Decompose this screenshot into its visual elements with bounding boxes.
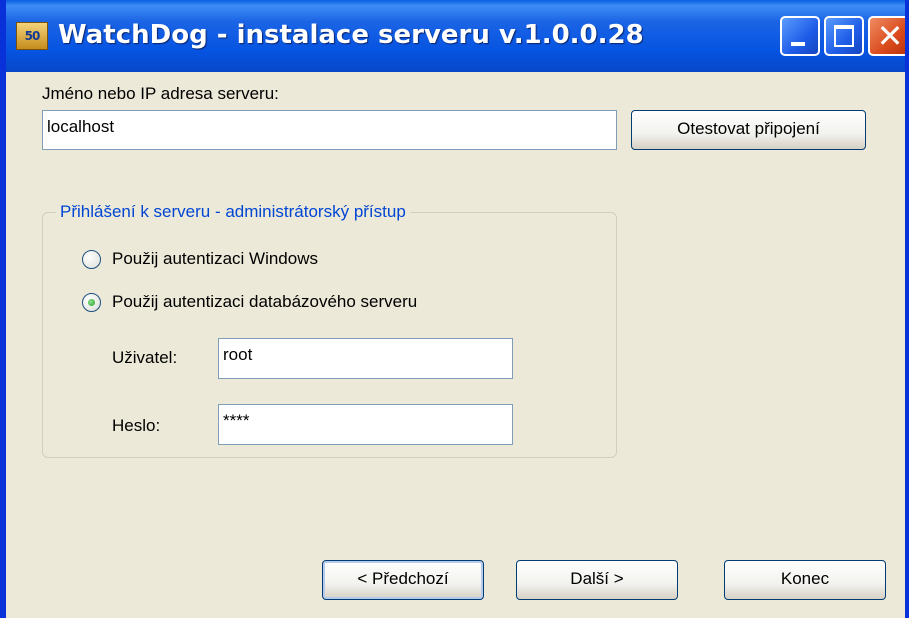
minimize-icon	[791, 42, 805, 46]
login-group-title: Přihlášení k serveru - administrátorský …	[56, 202, 410, 222]
minimize-button[interactable]	[780, 16, 820, 56]
next-button[interactable]: Další >	[516, 560, 678, 600]
radio-db-auth[interactable]: Použij autentizaci databázového serveru	[82, 292, 522, 316]
previous-button[interactable]: < Předchozí	[322, 560, 484, 600]
password-label: Heslo:	[112, 416, 161, 435]
user-input[interactable]: root	[218, 338, 513, 379]
watchdog-app-icon: 50	[16, 22, 48, 50]
radio-windows-auth[interactable]: Použij autentizaci Windows	[82, 249, 402, 273]
server-label: Jméno nebo IP adresa serveru:	[42, 84, 279, 104]
maximize-icon	[834, 25, 854, 47]
title-bar[interactable]: 50 WatchDog - instalace serveru v.1.0.0.…	[6, 0, 905, 72]
close-icon: ✕	[876, 17, 904, 55]
user-label: Uživatel:	[112, 348, 178, 367]
radio-selected-dot	[88, 299, 95, 306]
radio-button-db[interactable]	[82, 293, 101, 312]
server-input[interactable]: localhost	[42, 110, 617, 150]
test-connection-button[interactable]: Otestovat připojení	[631, 110, 866, 150]
radio-windows-label: Použij autentizaci Windows	[112, 249, 318, 268]
installer-window: 50 WatchDog - instalace serveru v.1.0.0.…	[0, 0, 909, 618]
maximize-button[interactable]	[824, 16, 864, 56]
finish-button[interactable]: Konec	[724, 560, 886, 600]
server-label-text: Jméno nebo IP adresa serveru:	[42, 84, 279, 103]
close-button[interactable]: ✕	[868, 16, 905, 56]
radio-button-windows[interactable]	[82, 250, 101, 269]
password-input[interactable]: ****	[218, 404, 513, 445]
radio-db-label: Použij autentizaci databázového serveru	[112, 292, 418, 311]
window-title: WatchDog - instalace serveru v.1.0.0.28	[58, 20, 644, 50]
